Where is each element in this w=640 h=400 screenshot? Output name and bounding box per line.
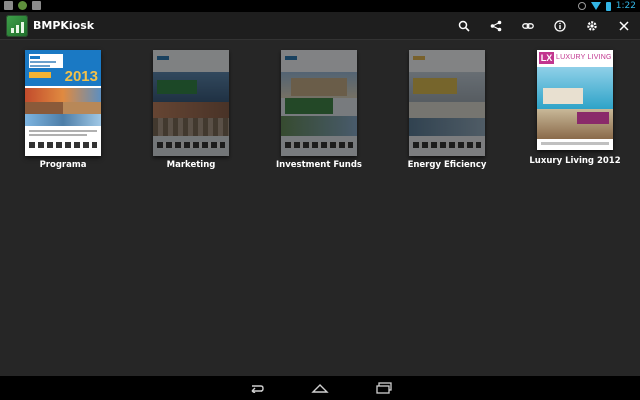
wifi-icon	[590, 2, 601, 10]
search-icon	[458, 20, 470, 32]
share-button[interactable]	[486, 16, 506, 36]
android-icon	[18, 1, 27, 10]
battery-icon	[605, 1, 611, 11]
publication-cover[interactable]: 2013	[25, 50, 101, 156]
back-icon	[251, 385, 264, 393]
publication-title: Marketing	[166, 160, 216, 170]
app-logo-icon[interactable]	[6, 15, 28, 37]
close-icon	[619, 21, 629, 31]
alarm-icon	[577, 2, 586, 10]
clock: 1:22	[615, 1, 636, 11]
system-icons: 1:22	[577, 0, 636, 12]
image-icon	[4, 1, 13, 10]
publication-title: Investment Funds	[276, 160, 362, 170]
back-button[interactable]	[244, 380, 268, 396]
publication-cover[interactable]: LX LUXURY LIVING	[537, 50, 613, 150]
status-bar: 1:22	[0, 0, 640, 12]
settings-icon	[587, 21, 597, 31]
publication-cover[interactable]	[409, 50, 485, 156]
notification-icons	[4, 1, 41, 10]
search-button[interactable]	[454, 16, 474, 36]
publication-title: Energy Eficiency	[407, 160, 487, 170]
info-button[interactable]	[550, 16, 570, 36]
app-title: BMPKiosk	[33, 19, 95, 32]
recent-apps-icon	[376, 382, 392, 394]
info-icon	[554, 20, 566, 32]
brand-badge: LX	[539, 52, 554, 64]
navigation-bar	[0, 376, 640, 400]
share-icon	[490, 20, 502, 32]
recent-apps-button[interactable]	[372, 380, 396, 396]
cover-year: 2013	[64, 68, 98, 85]
action-bar: BMPKiosk	[0, 12, 640, 40]
publication-title: Programa	[39, 160, 87, 170]
settings-button[interactable]	[582, 16, 602, 36]
home-button[interactable]	[308, 380, 332, 396]
link-icon	[522, 23, 534, 29]
home-icon	[311, 384, 329, 393]
close-button[interactable]	[614, 16, 634, 36]
photo-icon	[32, 1, 41, 10]
publication-cover[interactable]	[153, 50, 229, 156]
publication-cover[interactable]	[281, 50, 357, 156]
link-button[interactable]	[518, 16, 538, 36]
publication-title: Luxury Living 2012	[529, 156, 621, 166]
brand-name: LUXURY LIVING	[556, 54, 612, 61]
